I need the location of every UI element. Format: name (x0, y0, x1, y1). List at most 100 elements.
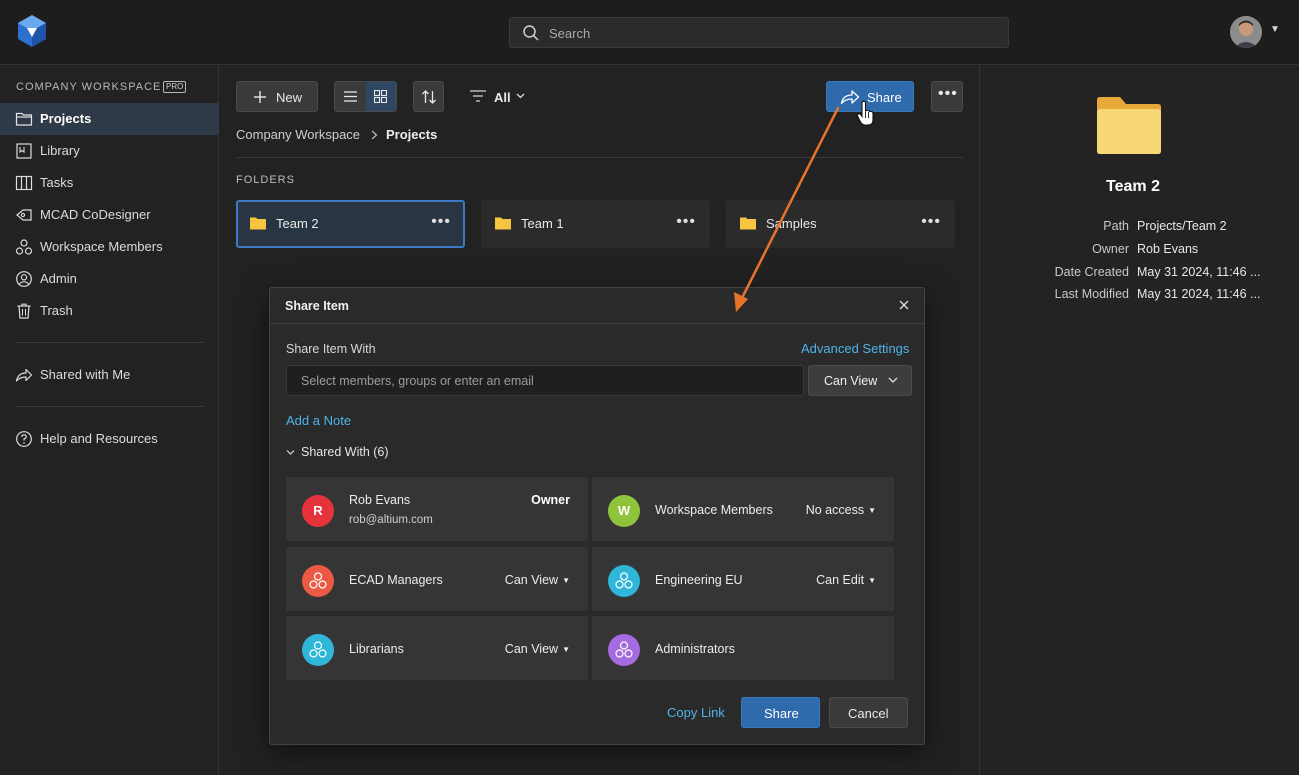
sidebar-divider (16, 406, 204, 407)
folder-icon (495, 217, 511, 230)
content-divider (236, 157, 963, 158)
copy-link-button[interactable]: Copy Link (667, 705, 725, 720)
share-recipients-input[interactable]: Select members, groups or enter an email (286, 365, 804, 396)
more-options-button[interactable]: ••• (931, 81, 963, 112)
user-avatar[interactable] (1230, 16, 1262, 48)
permission-value: Can View (504, 573, 559, 587)
user-photo-icon (1230, 16, 1262, 48)
shared-entry-permission-dropdown[interactable]: Can Edit ▼ (816, 573, 876, 587)
pro-badge: PRO (163, 81, 187, 93)
folder-more-icon[interactable]: ••• (921, 213, 941, 231)
folder-more-icon[interactable]: ••• (676, 213, 696, 231)
sidebar: COMPANY WORKSPACE PRO Projects Library T… (0, 66, 219, 775)
filter-icon (470, 90, 486, 102)
sidebar-item-workspace-members[interactable]: Workspace Members (0, 231, 219, 263)
share-with-label: Share Item With (286, 342, 376, 356)
chevron-right-icon (371, 130, 378, 140)
mcad-icon (16, 209, 32, 221)
group-icon (608, 634, 640, 666)
shared-entry-permission-dropdown[interactable]: No access ▼ (806, 503, 876, 517)
user-avatar-initial: R (302, 495, 334, 527)
sidebar-item-label: Admin (40, 271, 77, 286)
sidebar-item-help[interactable]: Help and Resources (0, 423, 219, 455)
sidebar-item-mcad-codesigner[interactable]: MCAD CoDesigner (0, 199, 219, 231)
breadcrumb-root[interactable]: Company Workspace (236, 127, 360, 142)
caret-down-icon: ▼ (868, 576, 876, 585)
dialog-share-button[interactable]: Share (741, 697, 820, 728)
user-circle-icon (16, 271, 32, 287)
chevron-down-icon (516, 93, 525, 99)
grid-view-button[interactable] (366, 82, 396, 111)
search-placeholder: Search (549, 26, 591, 41)
filter-dropdown[interactable]: All (462, 81, 534, 112)
plus-icon (254, 91, 266, 103)
sidebar-item-label: Tasks (40, 175, 74, 190)
new-button-label: New (276, 90, 303, 105)
sidebar-item-label: Shared with Me (40, 367, 131, 382)
library-icon (16, 143, 32, 159)
breadcrumb-current: Projects (386, 127, 438, 142)
sidebar-item-admin[interactable]: Admin (0, 263, 219, 295)
shared-entry-administrators: Administrators (592, 616, 894, 680)
group-icon (302, 634, 334, 666)
folder-name: Team 2 (276, 216, 319, 231)
shared-with-header: Shared With (6) (301, 445, 389, 459)
folders-heading: FOLDERS (236, 174, 295, 186)
group-avatar-initial: W (608, 495, 640, 527)
sidebar-item-shared-with-me[interactable]: Shared with Me (0, 359, 219, 391)
view-toggle (334, 81, 397, 112)
sort-button[interactable] (413, 81, 444, 112)
detail-key-path: Path (1103, 219, 1129, 233)
group-icon (302, 565, 334, 597)
folder-more-icon[interactable]: ••• (431, 213, 451, 231)
list-view-button[interactable] (335, 82, 366, 111)
search-input[interactable]: Search (509, 17, 1009, 48)
dialog-title: Share Item (285, 299, 349, 313)
details-panel: Team 2 Path Projects/Team 2 Owner Rob Ev… (979, 66, 1299, 775)
folder-card-team-1[interactable]: Team 1 ••• (481, 200, 710, 248)
folder-name: Team 1 (521, 216, 564, 231)
details-title: Team 2 (1106, 178, 1160, 195)
chevron-down-icon (888, 377, 898, 383)
detail-key-last-modified: Last Modified (1054, 287, 1129, 301)
caret-down-icon: ▼ (562, 645, 570, 654)
detail-value-path: Projects/Team 2 (1137, 219, 1227, 233)
dialog-cancel-button[interactable]: Cancel (829, 697, 908, 728)
sidebar-item-label: MCAD CoDesigner (40, 207, 151, 222)
sidebar-divider (16, 342, 204, 343)
detail-value-last-modified: May 31 2024, 11:46 ... (1137, 287, 1261, 301)
chevron-down-icon (286, 450, 295, 455)
sidebar-item-trash[interactable]: Trash (0, 295, 219, 327)
advanced-settings-link[interactable]: Advanced Settings (801, 341, 909, 356)
sidebar-item-library[interactable]: Library (0, 135, 219, 167)
altium-logo-icon[interactable] (16, 14, 48, 48)
app-window: Search ▼ COMPANY WORKSPACE PRO Projects … (0, 0, 1299, 775)
share-item-dialog: Share Item Share Item With Advanced Sett… (269, 287, 925, 745)
permission-value: Can Edit (816, 573, 865, 587)
add-note-link[interactable]: Add a Note (286, 413, 351, 428)
shared-entry-permission-dropdown[interactable]: Can View ▼ (505, 573, 570, 587)
user-menu-caret-icon[interactable]: ▼ (1270, 24, 1280, 35)
help-circle-icon (16, 431, 32, 447)
sidebar-item-label: Library (40, 143, 80, 158)
breadcrumb: Company Workspace (236, 127, 360, 142)
permission-value: No access (805, 503, 865, 517)
detail-value-owner: Rob Evans (1137, 242, 1199, 256)
shared-entry-permission-dropdown[interactable]: Can View ▼ (505, 642, 570, 656)
sidebar-item-tasks[interactable]: Tasks (0, 167, 219, 199)
new-button[interactable]: New (236, 81, 318, 112)
folder-card-team-2[interactable]: Team 2 ••• (236, 200, 465, 248)
permission-select[interactable]: Can View (808, 365, 912, 396)
sidebar-item-projects[interactable]: Projects (0, 103, 219, 135)
shared-entry-workspace-members: W Workspace Members No access ▼ (592, 477, 894, 541)
detail-value-date-created: May 31 2024, 11:46 ... (1137, 265, 1261, 279)
detail-key-owner: Owner (1092, 242, 1129, 256)
dialog-share-label: Share (764, 706, 799, 721)
top-bar: Search ▼ (0, 0, 1299, 65)
close-icon[interactable] (898, 299, 910, 311)
sidebar-item-label: Help and Resources (40, 431, 158, 446)
shared-entry-name: Workspace Members (655, 503, 773, 517)
sidebar-item-label: Trash (40, 303, 73, 318)
shared-with-toggle[interactable]: Shared With (6) (286, 445, 486, 463)
sidebar-item-label: Projects (40, 111, 92, 126)
